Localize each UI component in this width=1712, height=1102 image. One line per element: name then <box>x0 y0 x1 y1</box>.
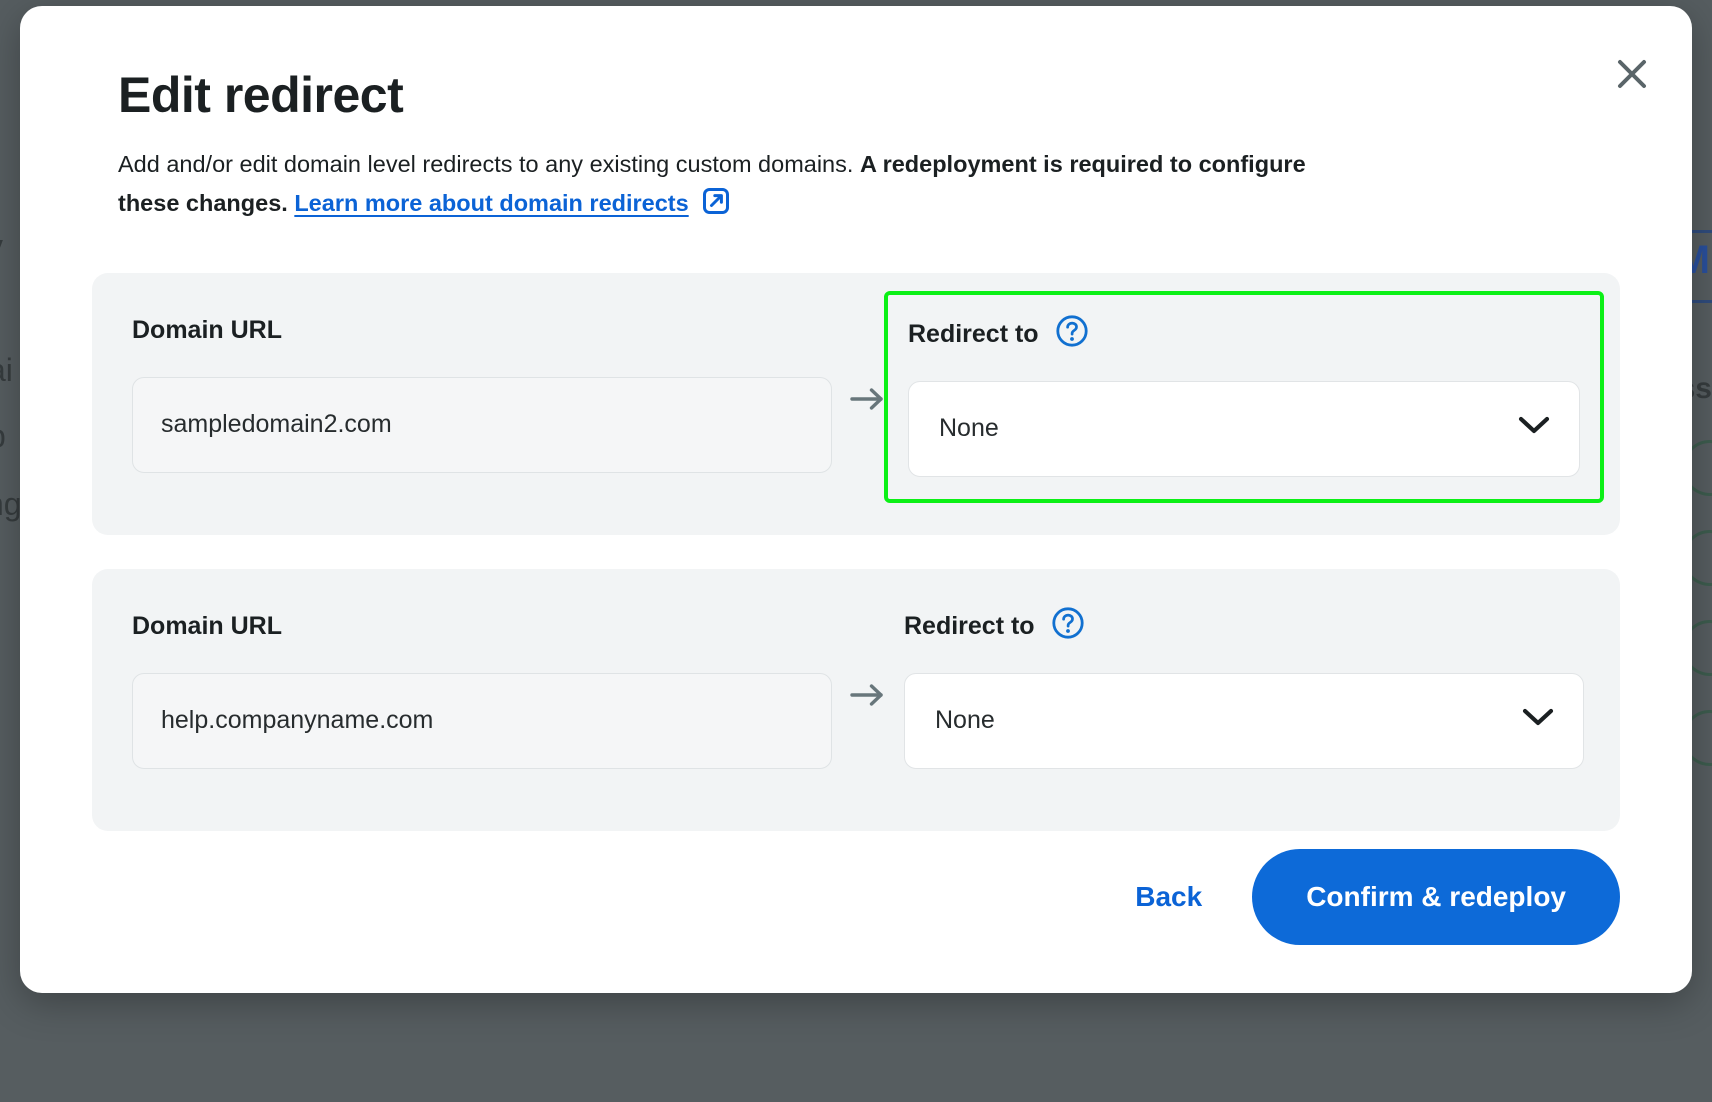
help-circle-icon[interactable] <box>1051 606 1085 647</box>
behind-fragment: ng <box>0 486 22 523</box>
redirect-row: Domain URL sampledomain2.com Redirect to <box>92 273 1620 535</box>
domain-url-value: sampledomain2.com <box>161 410 392 439</box>
redirect-to-label: Redirect to <box>908 313 1580 357</box>
domain-url-value: help.companyname.com <box>161 706 433 735</box>
domain-url-label: Domain URL <box>132 309 832 353</box>
modal-description: Add and/or edit domain level redirects t… <box>118 145 1348 229</box>
back-button[interactable]: Back <box>1129 871 1208 923</box>
arrow-right-icon <box>848 680 888 715</box>
redirect-to-wrap: Redirect to None <box>904 605 1584 769</box>
description-text: Add and/or edit domain level redirects t… <box>118 151 860 177</box>
domain-url-input[interactable]: sampledomain2.com <box>132 377 832 473</box>
close-button[interactable] <box>1600 42 1664 106</box>
close-icon <box>1613 55 1651 93</box>
redirect-to-group: Redirect to None <box>904 605 1584 769</box>
page-title: Edit redirect <box>118 68 1596 123</box>
edit-redirect-modal: Edit redirect Add and/or edit domain lev… <box>20 6 1692 993</box>
redirect-to-value: None <box>935 706 995 735</box>
domain-url-group: Domain URL help.companyname.com <box>132 605 832 769</box>
domain-url-label: Domain URL <box>132 605 832 649</box>
behind-fragment: ai <box>0 352 13 389</box>
redirect-to-label-text: Redirect to <box>904 612 1035 641</box>
behind-fragment: b <box>0 418 6 455</box>
redirect-to-select[interactable]: None <box>904 673 1584 769</box>
redirect-to-select[interactable]: None <box>908 381 1580 477</box>
chevron-down-icon <box>1517 414 1551 443</box>
redirect-rows-list: Domain URL sampledomain2.com Redirect to <box>20 273 1692 831</box>
redirect-to-label: Redirect to <box>904 605 1584 649</box>
redirect-to-group: Redirect to None <box>904 309 1584 481</box>
help-circle-icon[interactable] <box>1055 314 1089 355</box>
chevron-down-icon <box>1521 706 1555 735</box>
redirect-row: Domain URL help.companyname.com Redirect… <box>92 569 1620 831</box>
domain-url-group: Domain URL sampledomain2.com <box>132 309 832 473</box>
arrow-right-icon <box>848 384 888 419</box>
modal-header: Edit redirect Add and/or edit domain lev… <box>20 6 1692 229</box>
domain-url-input[interactable]: help.companyname.com <box>132 673 832 769</box>
confirm-redeploy-button[interactable]: Confirm & redeploy <box>1252 849 1620 945</box>
row-arrow <box>832 605 904 791</box>
redirect-to-highlight: Redirect to None <box>884 291 1604 503</box>
redirect-to-label-text: Redirect to <box>908 320 1039 349</box>
learn-more-link[interactable]: Learn more about domain redirects <box>294 190 688 216</box>
behind-fragment: v <box>0 228 3 267</box>
external-link-icon[interactable] <box>701 186 731 228</box>
redirect-to-value: None <box>939 414 999 443</box>
modal-footer: Back Confirm & redeploy <box>1129 849 1620 945</box>
